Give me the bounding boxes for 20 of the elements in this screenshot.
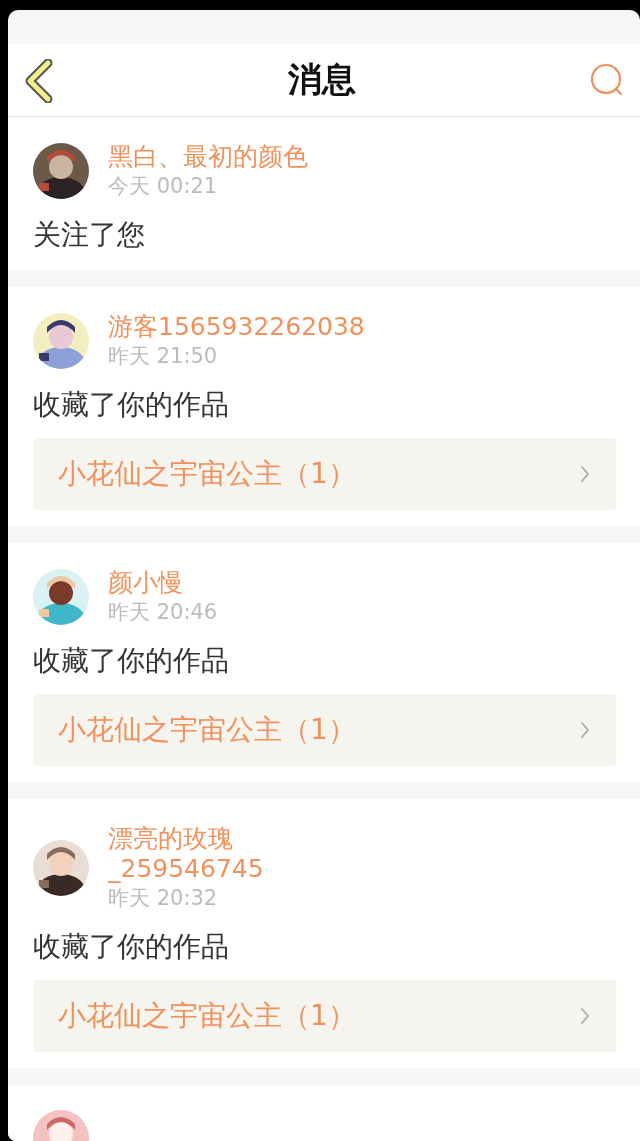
message-time: 昨天 20:32: [108, 885, 219, 912]
page-title: 消息: [288, 58, 356, 101]
message-time: 昨天 21:50: [108, 343, 219, 370]
user-name[interactable]: 游客1565932262038: [108, 312, 365, 342]
user-name[interactable]: 漂亮的玫瑰_259546745: [108, 824, 380, 884]
user-name[interactable]: 颜小慢: [108, 568, 218, 598]
back-icon[interactable]: [24, 59, 54, 103]
work-link[interactable]: 小花仙之宇宙公主（1）: [33, 980, 616, 1052]
message-time: 今天 00:21: [108, 173, 219, 200]
message-text: 收藏了你的作品: [33, 643, 230, 679]
user-name[interactable]: 黑白、最初的颜色: [108, 142, 308, 172]
chevron-icon: [580, 721, 590, 739]
chevron-icon: [580, 465, 590, 483]
work-link[interactable]: 小花仙之宇宙公主（1）: [33, 694, 616, 766]
work-link[interactable]: 小花仙之宇宙公主（1）: [33, 438, 616, 510]
message-text: 收藏了你的作品: [33, 929, 230, 965]
message-text: 收藏了你的作品: [33, 387, 230, 423]
chevron-icon: [580, 1007, 590, 1025]
message-time: 昨天 20:46: [108, 599, 218, 626]
message-text: 关注了您: [33, 217, 146, 253]
